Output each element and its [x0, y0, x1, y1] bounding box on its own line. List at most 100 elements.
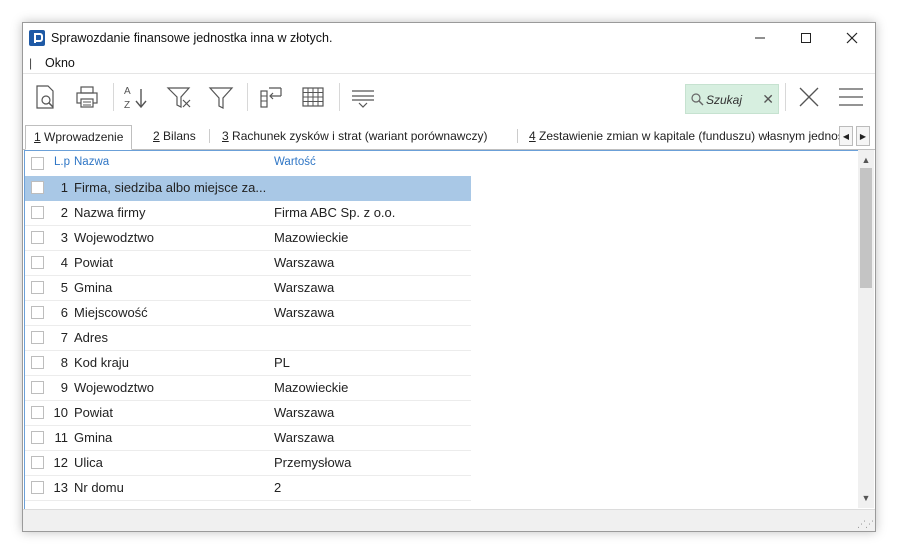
- minimize-button[interactable]: [737, 23, 783, 53]
- svg-text:A: A: [124, 86, 131, 97]
- svg-text:Z: Z: [124, 100, 130, 111]
- row-checkbox[interactable]: [31, 181, 44, 194]
- row-checkbox[interactable]: [31, 231, 44, 244]
- hamburger-menu-icon: [839, 88, 863, 106]
- row-name: Gmina: [74, 430, 113, 445]
- close-button[interactable]: [829, 23, 875, 53]
- app-logo-icon: [29, 30, 45, 46]
- row-checkbox[interactable]: [31, 331, 44, 344]
- column-reorder-button[interactable]: [255, 81, 287, 113]
- title-bar: Sprawozdanie finansowe jednostka inna w …: [23, 23, 875, 53]
- sort-az-icon: A Z: [124, 86, 147, 111]
- row-value[interactable]: Firma ABC Sp. z o.o.: [274, 205, 395, 220]
- print-preview-button[interactable]: [29, 81, 61, 113]
- row-lp: 10: [53, 405, 68, 420]
- table-row[interactable]: 12 Ulica Przemysłowa: [25, 451, 471, 476]
- table-row[interactable]: 9 Wojewodztwo Mazowieckie: [25, 376, 471, 401]
- row-checkbox[interactable]: [31, 206, 44, 219]
- row-checkbox[interactable]: [31, 406, 44, 419]
- column-header-name[interactable]: Nazwa: [74, 156, 109, 168]
- filter-clear-button[interactable]: [163, 81, 195, 113]
- close-view-button[interactable]: [793, 81, 825, 113]
- scroll-down-icon[interactable]: ▼: [858, 490, 874, 506]
- tab-scroll-left-button[interactable]: ◀: [839, 126, 853, 146]
- group-lines-button[interactable]: [347, 81, 379, 113]
- column-header-lp[interactable]: L.p: [54, 156, 70, 168]
- tab-bilans[interactable]: 2 Bilans: [145, 125, 204, 147]
- sort-button[interactable]: A Z: [119, 81, 151, 113]
- print-button[interactable]: [71, 81, 103, 113]
- scroll-thumb[interactable]: [860, 168, 872, 288]
- tab-zestawienie[interactable]: 4 Zestawienie zmian w kapitale (funduszu…: [521, 125, 845, 147]
- column-header-value[interactable]: Wartość: [274, 156, 316, 168]
- scroll-up-icon[interactable]: ▲: [858, 152, 874, 168]
- column-reorder-icon: [260, 87, 282, 108]
- table-row[interactable]: 1 Firma, siedziba albo miejsce za...: [25, 176, 471, 201]
- row-value[interactable]: Warszawa: [274, 430, 334, 445]
- search-box[interactable]: Szukaj ✕: [685, 84, 779, 114]
- grid-button[interactable]: [297, 81, 329, 113]
- tab-scroll-right-button[interactable]: ▶: [856, 126, 870, 146]
- table-row[interactable]: 4 Powiat Warszawa: [25, 251, 471, 276]
- row-name: Wojewodztwo: [74, 230, 154, 245]
- tab-label: Bilans: [159, 129, 196, 143]
- row-value[interactable]: PL: [274, 355, 290, 370]
- row-value[interactable]: Warszawa: [274, 280, 334, 295]
- row-value[interactable]: Warszawa: [274, 305, 334, 320]
- row-lp: 3: [60, 230, 68, 245]
- row-lp: 13: [53, 480, 68, 495]
- row-lp: 12: [53, 455, 68, 470]
- print-icon: [76, 86, 98, 108]
- search-icon: [691, 93, 704, 106]
- tab-number: 4: [529, 129, 536, 143]
- row-name: Powiat: [74, 255, 114, 270]
- menu-item-okno[interactable]: Okno: [45, 56, 75, 70]
- table-row[interactable]: 7 Adres: [25, 326, 471, 351]
- resize-grip-icon[interactable]: ⋰⋰: [857, 519, 874, 530]
- select-all-checkbox[interactable]: [31, 157, 44, 170]
- row-value[interactable]: 2: [274, 480, 281, 495]
- tab-rachunek[interactable]: 3 Rachunek zysków i strat (wariant porów…: [214, 125, 495, 147]
- table-row[interactable]: 13 Nr domu 2: [25, 476, 471, 501]
- row-lp: 7: [60, 330, 68, 345]
- row-name: Miejscowość: [74, 305, 148, 320]
- row-value[interactable]: Mazowieckie: [274, 230, 348, 245]
- row-checkbox[interactable]: [31, 481, 44, 494]
- table-row[interactable]: 8 Kod kraju PL: [25, 351, 471, 376]
- table-row[interactable]: 3 Wojewodztwo Mazowieckie: [25, 226, 471, 251]
- row-checkbox[interactable]: [31, 306, 44, 319]
- row-value[interactable]: Przemysłowa: [274, 455, 351, 470]
- row-checkbox[interactable]: [31, 281, 44, 294]
- row-checkbox[interactable]: [31, 256, 44, 269]
- window-title: Sprawozdanie finansowe jednostka inna w …: [51, 31, 333, 45]
- table-row[interactable]: 6 Miejscowość Warszawa: [25, 301, 471, 326]
- maximize-icon: [801, 33, 811, 43]
- vertical-scrollbar[interactable]: ▲ ▼: [858, 150, 874, 508]
- row-value[interactable]: Warszawa: [274, 405, 334, 420]
- search-clear-icon[interactable]: ✕: [762, 91, 774, 108]
- row-lp: 11: [54, 430, 69, 445]
- menu-button[interactable]: [835, 81, 867, 113]
- row-checkbox[interactable]: [31, 356, 44, 369]
- filter-button[interactable]: [205, 81, 237, 113]
- tab-wprowadzenie[interactable]: 1 Wprowadzenie: [25, 125, 133, 150]
- search-input[interactable]: Szukaj: [706, 93, 742, 107]
- menu-grip: |: [29, 56, 33, 70]
- row-value[interactable]: Warszawa: [274, 255, 334, 270]
- row-lp: 1: [60, 180, 68, 195]
- data-grid: L.p Nazwa Wartość 1 Firma, siedziba albo …: [24, 150, 859, 509]
- print-preview-icon: [36, 85, 54, 109]
- table-row[interactable]: 10 Powiat Warszawa: [25, 401, 471, 426]
- row-name: Gmina: [74, 280, 113, 295]
- table-row[interactable]: 2 Nazwa firmy Firma ABC Sp. z o.o.: [25, 201, 471, 226]
- maximize-button[interactable]: [783, 23, 829, 53]
- row-checkbox[interactable]: [31, 456, 44, 469]
- row-checkbox[interactable]: [31, 381, 44, 394]
- minimize-icon: [755, 37, 765, 39]
- row-value[interactable]: Mazowieckie: [274, 380, 348, 395]
- table-row[interactable]: 11 Gmina Warszawa: [25, 426, 471, 451]
- tab-number: 3: [222, 129, 229, 143]
- table-row[interactable]: 5 Gmina Warszawa: [25, 276, 471, 301]
- row-checkbox[interactable]: [31, 431, 44, 444]
- status-bar: ⋰⋰: [23, 509, 875, 531]
